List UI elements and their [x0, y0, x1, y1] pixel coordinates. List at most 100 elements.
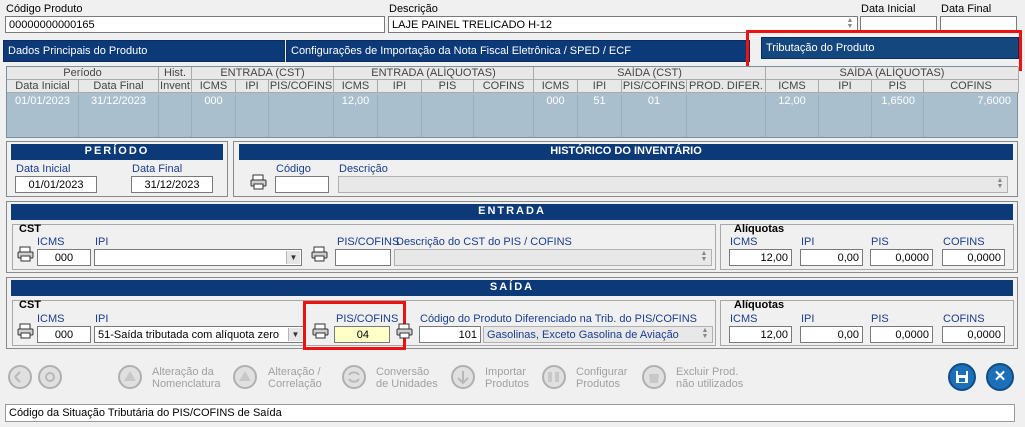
grid-cell-entrada-ipi[interactable]: [236, 95, 269, 137]
grid-cell-entrada-piscofins[interactable]: [269, 95, 334, 137]
saida-aliq-icms-input[interactable]: 12,00: [729, 326, 792, 343]
alteracao-correlacao-line2: Correlação: [268, 378, 322, 390]
periodo-data-final-input[interactable]: 31/12/2023: [131, 176, 213, 193]
alteracao-nomenclatura-line1: Alteração da: [152, 366, 214, 378]
excluir-produtos-button[interactable]: Excluir Prod. não utilizados: [676, 366, 743, 390]
saida-aliq-ipi-label: IPI: [801, 313, 815, 325]
correlacao-icon[interactable]: [231, 363, 259, 391]
data-inicial-header-label: Data Inicial: [861, 3, 916, 15]
entrada-ipi-select[interactable]: ▼: [94, 249, 302, 266]
grid-col-entrada-aliq-ipi: IPI: [378, 80, 422, 93]
entrada-aliq-pis-input[interactable]: 0,0000: [870, 249, 933, 266]
entrada-aliq-cofins-input[interactable]: 0,0000: [942, 249, 1005, 266]
importar-produtos-line1: Importar: [485, 366, 526, 378]
close-button[interactable]: ✕: [986, 363, 1014, 391]
codigo-produto-input[interactable]: 00000000000165: [5, 16, 385, 33]
scroll-arrows-icon[interactable]: ▲ ▼: [994, 177, 1006, 191]
scroll-arrows-icon[interactable]: ▲ ▼: [699, 327, 711, 341]
printer-icon[interactable]: [311, 246, 329, 262]
entrada-title: ENTRADA: [11, 204, 1013, 220]
conversao-icon[interactable]: [340, 363, 368, 391]
grid-cell-saida-aliq-ipi[interactable]: [819, 95, 872, 137]
saida-aliq-pis-input[interactable]: 0,0000: [870, 326, 933, 343]
saida-aliq-cofins-input[interactable]: 0,0000: [942, 326, 1005, 343]
grid-cell-prod-difer[interactable]: [687, 95, 766, 137]
tab-dados-principais[interactable]: Dados Principais do Produto: [3, 40, 285, 62]
floppy-disk-icon: [956, 371, 968, 383]
saida-icms-input[interactable]: 000: [37, 326, 91, 343]
importar-produtos-line2: Produtos: [485, 378, 530, 390]
grid-cell-entrada-aliq-ipi[interactable]: [378, 95, 422, 137]
grid-col-entrada-aliq-pis: PIS: [422, 80, 474, 93]
nomenclatura-icon[interactable]: [116, 363, 144, 391]
grid-group-saida-cst: SAÍDA (CST): [534, 67, 766, 80]
descricao-value: LAJE PAINEL TRELICADO H-12: [392, 19, 552, 31]
grid-cell-saida-icms[interactable]: 000: [534, 95, 578, 137]
entrada-aliq-ipi-input[interactable]: 0,00: [800, 249, 863, 266]
grid-cell-entrada-aliq-icms[interactable]: 12,00: [334, 95, 378, 137]
saida-aliq-ipi-input[interactable]: 0,00: [800, 326, 863, 343]
entrada-aliq-ipi-label: IPI: [801, 236, 815, 248]
help-circle-icon[interactable]: [36, 363, 64, 391]
chevron-down-icon[interactable]: ▼: [286, 251, 300, 264]
periodo-data-final-label: Data Final: [132, 163, 183, 175]
importar-icon[interactable]: [449, 363, 477, 391]
chevron-down-icon[interactable]: ▼: [288, 328, 302, 341]
grid-group-periodo: Período: [7, 67, 159, 80]
grid-cell-invent[interactable]: [159, 95, 192, 137]
close-icon: ✕: [993, 368, 1007, 385]
saida-ipi-select[interactable]: 51-Saída tributada com alíquota zero ▼: [94, 326, 304, 343]
saida-prod-dif-desc-input[interactable]: Gasolinas, Exceto Gasolina de Aviação ▲ ▼: [483, 326, 713, 343]
grid-col-entrada-piscofins: PIS/COFINS: [269, 80, 334, 93]
printer-icon[interactable]: [17, 246, 35, 262]
grid-cell-saida-ipi[interactable]: 51: [578, 95, 622, 137]
grid-col-entrada-icms: ICMS: [192, 80, 236, 93]
grid-col-entrada-ipi: IPI: [236, 80, 269, 93]
entrada-aliquotas-label: Alíquotas: [734, 223, 785, 235]
printer-icon[interactable]: [17, 323, 35, 339]
grid-group-hist: Hist.: [159, 67, 192, 80]
back-circle-icon[interactable]: [6, 363, 34, 391]
entrada-aliq-icms-input[interactable]: 12,00: [729, 249, 792, 266]
tributacao-grid[interactable]: Período Hist. ENTRADA (CST) ENTRADA (ALÍ…: [6, 66, 1019, 138]
excluir-icon[interactable]: [640, 363, 668, 391]
historico-codigo-label: Código: [276, 163, 311, 175]
grid-cell-entrada-icms[interactable]: 000: [192, 95, 236, 137]
tab-configuracoes-importacao[interactable]: Configurações de Importação da Nota Fisc…: [286, 40, 750, 62]
conversao-unidades-button[interactable]: Conversão de Unidades: [376, 366, 438, 390]
configurar-icon[interactable]: [540, 363, 568, 391]
entrada-aliq-pis-label: PIS: [871, 236, 889, 248]
configurar-produtos-button[interactable]: Configurar Produtos: [576, 366, 627, 390]
scroll-arrows-icon[interactable]: ▲ ▼: [698, 250, 710, 264]
periodo-title: PERÍODO: [11, 144, 223, 160]
saida-prod-dif-code-input[interactable]: 101: [419, 326, 481, 343]
importar-produtos-button[interactable]: Importar Produtos: [485, 366, 529, 390]
entrada-icms-input[interactable]: 000: [37, 249, 91, 266]
grid-cell-saida-aliq-cofins[interactable]: 7,6000: [924, 95, 1019, 137]
grid-cell-data-inicial[interactable]: 01/01/2023: [7, 95, 79, 137]
grid-group-entrada-aliquotas: ENTRADA (ALÍQUOTAS): [334, 67, 534, 80]
periodo-data-inicial-input[interactable]: 01/01/2023: [15, 176, 97, 193]
saida-ipi-label: IPI: [95, 313, 109, 325]
grid-cell-saida-piscofins[interactable]: 01: [622, 95, 687, 137]
grid-cell-entrada-aliq-cofins[interactable]: [474, 95, 534, 137]
grid-col-entrada-aliq-cofins: COFINS: [474, 80, 534, 93]
historico-descricao-input[interactable]: ▲ ▼: [338, 176, 1008, 193]
printer-icon[interactable]: [250, 174, 268, 190]
printer-icon[interactable]: [396, 323, 414, 339]
conversao-unidades-line1: Conversão: [376, 366, 430, 378]
grid-cell-saida-aliq-pis[interactable]: 1,6500: [872, 95, 924, 137]
entrada-piscofins-input[interactable]: [335, 249, 391, 266]
grid-cell-saida-aliq-icms[interactable]: 12,00: [766, 95, 819, 137]
alteracao-nomenclatura-button[interactable]: Alteração da Nomenclatura: [152, 366, 220, 390]
historico-descricao-label: Descrição: [339, 163, 388, 175]
grid-cell-data-final[interactable]: 31/12/2023: [79, 95, 159, 137]
grid-col-saida-aliq-cofins: COFINS: [924, 80, 1019, 93]
grid-col-saida-piscofins: PIS/COFINS: [622, 80, 687, 93]
entrada-piscofins-desc-input[interactable]: ▲ ▼: [394, 249, 712, 266]
alteracao-correlacao-button[interactable]: Alteração / Correlação: [268, 366, 322, 390]
grid-cell-entrada-aliq-pis[interactable]: [422, 95, 474, 137]
historico-codigo-input[interactable]: [275, 176, 329, 193]
save-button[interactable]: [948, 363, 976, 391]
configurar-produtos-line1: Configurar: [576, 366, 628, 378]
